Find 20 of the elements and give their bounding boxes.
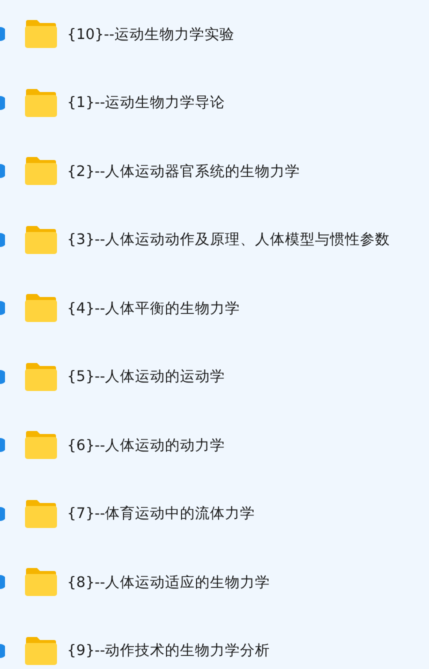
folder-icon[interactable] — [24, 19, 58, 50]
folder-name[interactable]: {8}--人体运动适应的生物力学 — [67, 572, 270, 592]
folder-name[interactable]: {4}--人体平衡的生物力学 — [67, 298, 240, 318]
folder-icon[interactable] — [24, 224, 58, 255]
folder-name[interactable]: {1}--运动生物力学导论 — [67, 93, 226, 112]
folder-icon[interactable] — [24, 88, 58, 118]
folder-icon[interactable] — [24, 636, 58, 666]
folder-icon[interactable] — [24, 362, 58, 392]
folder-name[interactable]: {9}--动作技术的生物力学分析 — [67, 641, 270, 660]
folder-name[interactable]: {6}--人体运动的动力学 — [67, 436, 226, 455]
folder-icon[interactable] — [24, 293, 58, 324]
folder-name[interactable]: {10}--运动生物力学实验 — [67, 24, 234, 44]
folder-name[interactable]: {7}--体育运动中的流体力学 — [67, 504, 256, 524]
folder-icon[interactable] — [24, 567, 58, 598]
folder-name[interactable]: {3}--人体运动动作及原理、人体模型与惯性参数 — [67, 230, 390, 250]
folder-name[interactable]: {5}--人体运动的运动学 — [67, 367, 226, 386]
folder-icon[interactable] — [24, 156, 58, 186]
folder-name[interactable]: {2}--人体运动器官系统的生物力学 — [67, 162, 300, 181]
folder-icon[interactable] — [24, 498, 58, 529]
folder-icon[interactable] — [24, 430, 58, 460]
